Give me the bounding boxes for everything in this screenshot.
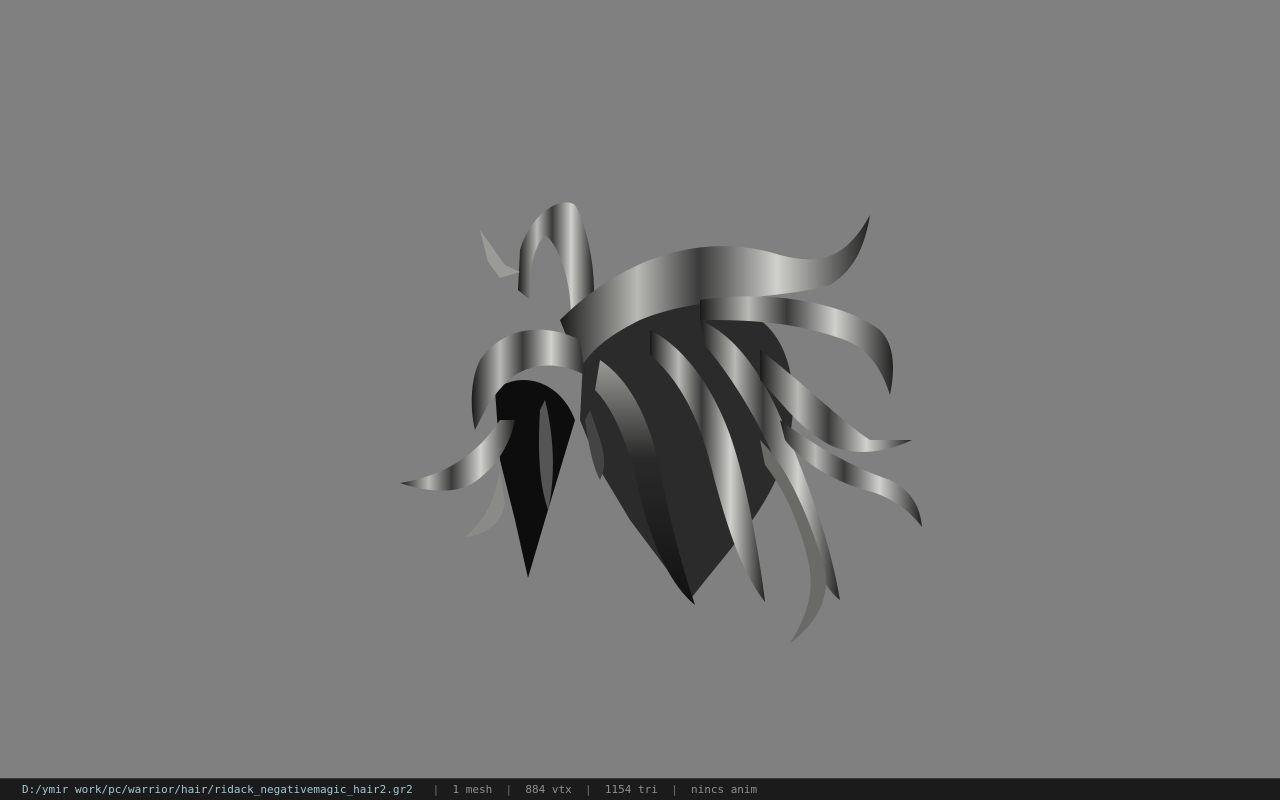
vertex-count: 884 vtx (525, 783, 572, 796)
animation-status: nincs anim (690, 783, 758, 796)
mesh-count: 1 mesh (452, 783, 493, 796)
hair-inner-shadow (495, 380, 575, 578)
file-path: D:/ymir work/pc/warrior/hair/ridack_nega… (22, 783, 413, 796)
status-separator: | (671, 783, 678, 796)
status-bar: D:/ymir work/pc/warrior/hair/ridack_nega… (0, 778, 1280, 800)
status-separator: | (432, 783, 440, 796)
model-viewer-window: D:/ymir work/pc/warrior/hair/ridack_nega… (0, 0, 1280, 800)
status-separator: | (584, 783, 592, 796)
3d-viewport[interactable] (0, 0, 1280, 778)
status-separator: | (505, 783, 513, 796)
left-spike-top (480, 230, 520, 278)
hair-mass (580, 293, 794, 600)
triangle-count: 1154 tri (604, 783, 658, 796)
hair-model (400, 202, 922, 643)
left-strand-2 (400, 420, 515, 491)
